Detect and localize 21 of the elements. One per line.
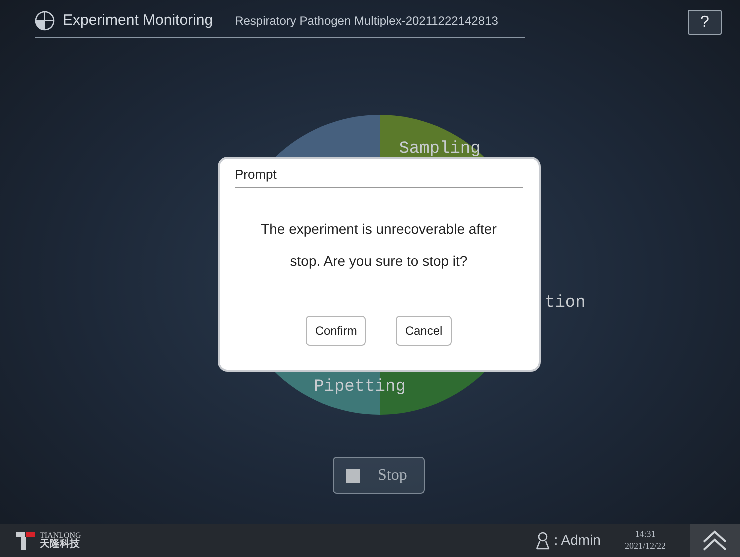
segment-label: Sampling: [399, 140, 481, 159]
logo-text: 天隆科技: [40, 540, 81, 550]
confirm-button[interactable]: Confirm: [306, 316, 366, 346]
clock-time: 14:31: [634, 529, 657, 540]
clock-date: 2021/12/22: [624, 540, 666, 552]
expand-button[interactable]: [690, 524, 740, 557]
dialog-message: The experiment is unrecoverable after stop. Are you sure to stop it?: [260, 220, 498, 271]
segment-label: Pipetting: [314, 378, 406, 397]
chevron-up-icon: [701, 530, 729, 552]
dialog-title: Prompt: [235, 165, 523, 188]
stop-button[interactable]: Stop: [333, 457, 425, 494]
logo-icon: [16, 532, 36, 550]
user-label: : Admin: [554, 531, 601, 550]
cancel-button[interactable]: Cancel: [396, 316, 452, 346]
experiment-name: Respiratory Pathogen Multiplex-20211222142813: [235, 13, 498, 30]
page-title: Experiment Monitoring: [63, 11, 214, 31]
target-icon: [35, 11, 55, 32]
user-icon: [536, 532, 550, 550]
help-button[interactable]: ?: [688, 10, 722, 35]
segment-label: tion: [545, 294, 586, 313]
logo-text: TIANLONG: [40, 532, 82, 540]
